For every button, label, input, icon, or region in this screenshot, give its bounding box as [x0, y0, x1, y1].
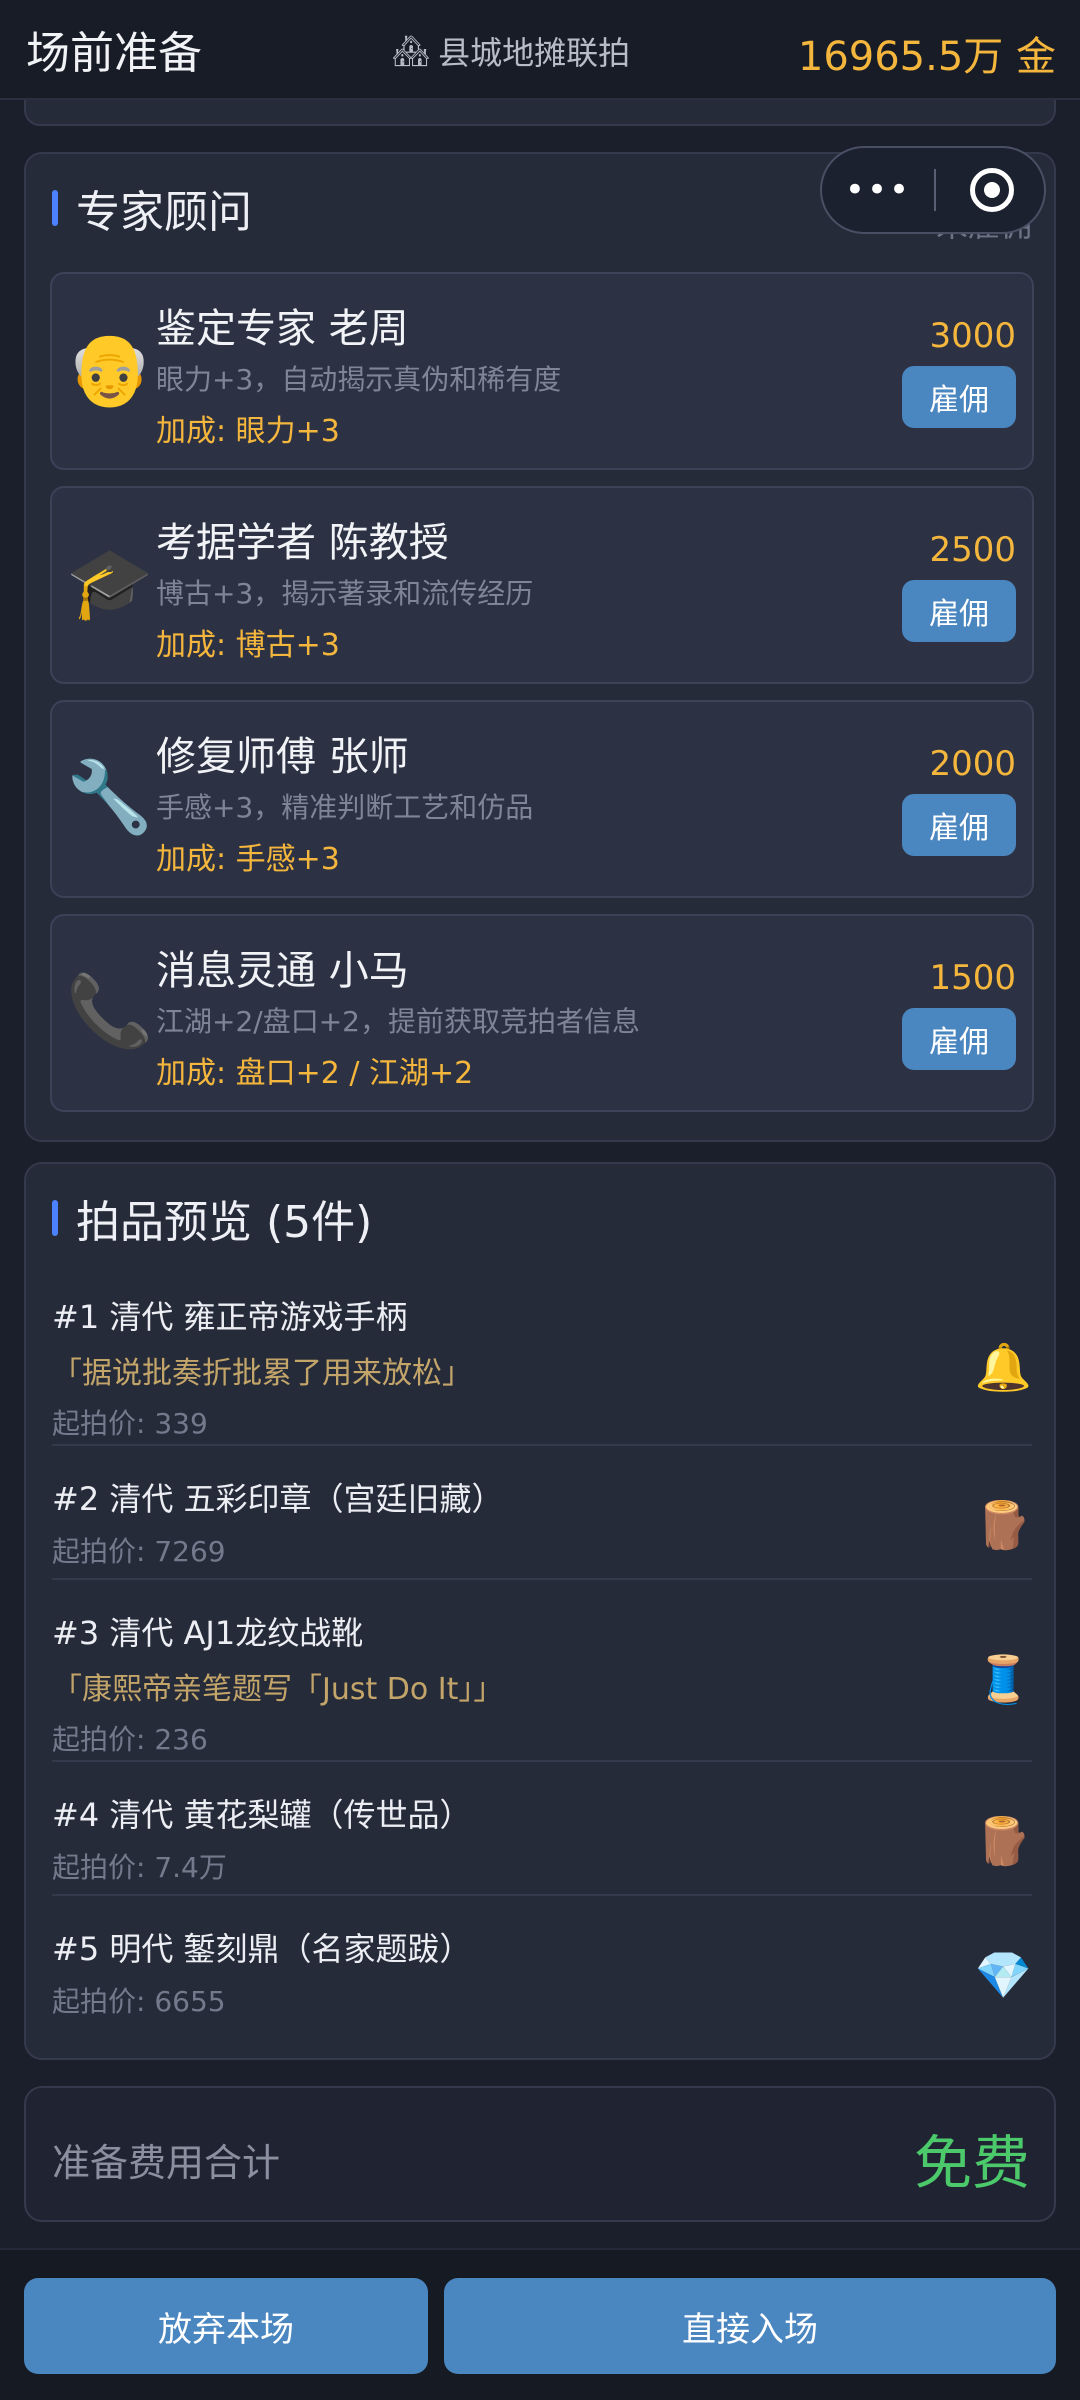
expert-name: 考据学者 陈教授 — [156, 520, 449, 566]
expert-card: 🎓 考据学者 陈教授 博古+3，揭示著录和流传经历 加成: 博古+3 2500 … — [50, 486, 1034, 684]
previous-card-edge — [24, 100, 1056, 126]
divider — [52, 1760, 1032, 1762]
prep-cost-value: 免费 — [913, 2129, 1030, 2197]
wood-log-icon: 🪵 — [974, 1498, 1032, 1552]
content-scroll[interactable]: 专家顾问 未雇佣 👴 鉴定专家 老周 眼力+3，自动揭示真伪和稀有度 加成: 眼… — [0, 100, 1080, 2272]
expert-price: 3000 — [929, 316, 1016, 356]
hire-button[interactable]: 雇佣 — [902, 794, 1016, 856]
expert-description: 眼力+3，自动揭示真伪和稀有度 — [156, 363, 562, 396]
lot-quote: 「康熙帝亲笔题写「Just Do It」」 — [52, 1672, 504, 1707]
hire-button[interactable]: 雇佣 — [902, 1008, 1016, 1070]
bottom-action-bar: 放弃本场 直接入场 — [0, 2248, 1080, 2400]
title-accent-bar — [52, 190, 58, 226]
expert-name: 消息灵通 小马 — [156, 948, 409, 994]
miniprogram-capsule: ••• — [820, 146, 1046, 234]
house-icon: 🏘 — [392, 33, 431, 69]
lot-title: #2 清代 五彩印章（宫廷旧藏） — [52, 1480, 504, 1518]
lot-title: #4 清代 黄花梨罐（传世品） — [52, 1796, 472, 1834]
expert-price: 2500 — [929, 530, 1016, 570]
gem-icon: 💎 — [974, 1948, 1032, 2002]
prep-cost-summary: 准备费用合计 免费 — [24, 2086, 1056, 2222]
expert-panel: 专家顾问 未雇佣 👴 鉴定专家 老周 眼力+3，自动揭示真伪和稀有度 加成: 眼… — [24, 152, 1056, 1142]
lot-quote: 「据说批奏折批累了用来放松」 — [52, 1356, 472, 1391]
expert-panel-title: 专家顾问 — [52, 178, 252, 238]
hire-button[interactable]: 雇佣 — [902, 580, 1016, 642]
lot-start-price: 起拍价: 339 — [52, 1407, 208, 1440]
graduation-cap-icon: 🎓 — [66, 542, 154, 624]
thread-spool-icon: 🧵 — [974, 1652, 1032, 1706]
gold-balance: 16965.5万 金 — [797, 34, 1056, 80]
prep-cost-label: 准备费用合计 — [52, 2141, 281, 2185]
lot-preview-title: 拍品预览 (5件) — [52, 1188, 372, 1248]
lot-item[interactable]: #4 清代 黄花梨罐（传世品） 起拍价: 7.4万 🪵 — [52, 1790, 1032, 1886]
expert-bonus: 加成: 眼力+3 — [156, 414, 340, 449]
telephone-icon: 📞 — [66, 970, 154, 1052]
lot-title: #5 明代 錾刻鼎（名家题跋） — [52, 1930, 472, 1968]
lot-item[interactable]: #2 清代 五彩印章（宫廷旧藏） 起拍价: 7269 🪵 — [52, 1474, 1032, 1570]
lot-item[interactable]: #3 清代 AJ1龙纹战靴 「康熙帝亲笔题写「Just Do It」」 起拍价:… — [52, 1608, 1032, 1758]
expert-bonus: 加成: 博古+3 — [156, 628, 340, 663]
expert-bonus: 加成: 手感+3 — [156, 842, 340, 877]
lot-item[interactable]: #1 清代 雍正帝游戏手柄 「据说批奏折批累了用来放松」 起拍价: 339 🔔 — [52, 1292, 1032, 1442]
enter-directly-button[interactable]: 直接入场 — [444, 2278, 1056, 2374]
lot-title: #3 清代 AJ1龙纹战靴 — [52, 1614, 364, 1652]
more-options-icon[interactable]: ••• — [822, 170, 934, 210]
lot-item[interactable]: #5 明代 錾刻鼎（名家题跋） 起拍价: 6655 💎 — [52, 1924, 1032, 2020]
title-accent-bar — [52, 1200, 58, 1236]
close-miniprogram-icon[interactable] — [970, 168, 1014, 212]
expert-description: 江湖+2/盘口+2，提前获取竞拍者信息 — [156, 1005, 640, 1038]
expert-card: 📞 消息灵通 小马 江湖+2/盘口+2，提前获取竞拍者信息 加成: 盘口+2 /… — [50, 914, 1034, 1112]
expert-name: 修复师傅 张师 — [156, 734, 409, 780]
expert-card: 🔧 修复师傅 张师 手感+3，精准判断工艺和仿品 加成: 手感+3 2000 雇… — [50, 700, 1034, 898]
expert-card: 👴 鉴定专家 老周 眼力+3，自动揭示真伪和稀有度 加成: 眼力+3 3000 … — [50, 272, 1034, 470]
expert-price: 2000 — [929, 744, 1016, 784]
lot-title: #1 清代 雍正帝游戏手柄 — [52, 1298, 408, 1336]
auction-location: 🏘 县城地摊联拍 — [392, 28, 630, 74]
capsule-divider — [934, 169, 936, 211]
wood-log-icon: 🪵 — [974, 1814, 1032, 1868]
lot-preview-panel: 拍品预览 (5件) #1 清代 雍正帝游戏手柄 「据说批奏折批累了用来放松」 起… — [24, 1162, 1056, 2060]
old-man-face-icon: 👴 — [66, 328, 154, 410]
page-title: 场前准备 — [26, 28, 202, 79]
bell-icon: 🔔 — [974, 1340, 1032, 1394]
hire-button[interactable]: 雇佣 — [902, 366, 1016, 428]
expert-description: 手感+3，精准判断工艺和仿品 — [156, 791, 534, 824]
abandon-button[interactable]: 放弃本场 — [24, 2278, 428, 2374]
expert-bonus: 加成: 盘口+2 / 江湖+2 — [156, 1056, 474, 1091]
divider — [52, 1578, 1032, 1580]
divider — [52, 1894, 1032, 1896]
top-bar: 场前准备 🏘 县城地摊联拍 16965.5万 金 — [0, 0, 1080, 100]
expert-name: 鉴定专家 老周 — [156, 306, 409, 352]
lot-start-price: 起拍价: 236 — [52, 1723, 208, 1756]
expert-description: 博古+3，揭示著录和流传经历 — [156, 577, 534, 610]
lot-start-price: 起拍价: 7.4万 — [52, 1851, 227, 1884]
lot-start-price: 起拍价: 7269 — [52, 1535, 226, 1568]
expert-price: 1500 — [929, 958, 1016, 998]
lot-start-price: 起拍价: 6655 — [52, 1985, 226, 2018]
location-label: 县城地摊联拍 — [438, 34, 631, 72]
divider — [52, 1444, 1032, 1446]
wrench-icon: 🔧 — [66, 756, 154, 838]
